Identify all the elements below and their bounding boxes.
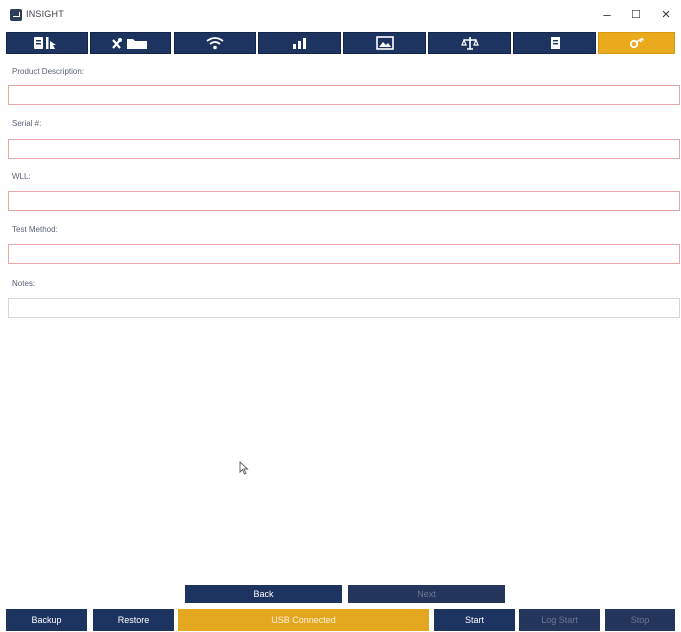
serial-label: Serial #:	[12, 119, 42, 128]
tab-calibration[interactable]	[428, 32, 511, 54]
close-button[interactable]: ×	[657, 5, 675, 25]
tab-security[interactable]	[598, 32, 675, 54]
tab-tools[interactable]	[90, 32, 171, 54]
notes-input[interactable]	[8, 298, 680, 318]
notes-label: Notes:	[12, 279, 36, 288]
test-method-label: Test Method:	[12, 225, 58, 234]
tab-wireless[interactable]	[174, 32, 256, 54]
image-icon	[375, 36, 394, 50]
wll-input[interactable]	[8, 191, 680, 211]
stop-button[interactable]: Stop	[605, 609, 675, 631]
product-description-input[interactable]	[8, 85, 680, 105]
usb-status-indicator: USB Connected	[178, 609, 429, 631]
tools-folder-icon	[111, 38, 147, 49]
main-toolbar	[6, 32, 675, 54]
balance-scale-icon	[460, 37, 479, 50]
minimize-button[interactable]: –	[598, 5, 616, 25]
start-button[interactable]: Start	[434, 609, 515, 631]
next-button[interactable]: Next	[348, 585, 505, 603]
document-icon	[550, 37, 560, 49]
tab-report[interactable]	[513, 32, 596, 54]
backup-button[interactable]: Backup	[6, 609, 87, 631]
tab-charts[interactable]	[258, 32, 341, 54]
product-description-label: Product Description:	[12, 67, 85, 76]
serial-input[interactable]	[8, 139, 680, 159]
app-logo-icon	[10, 9, 22, 21]
test-method-input[interactable]	[8, 244, 680, 264]
wll-label: WLL:	[12, 172, 31, 181]
app-title: INSIGHT	[26, 9, 64, 19]
key-icon	[629, 37, 644, 49]
restore-button[interactable]: Restore	[93, 609, 174, 631]
maximize-button[interactable]: ☐	[627, 5, 645, 25]
tab-images[interactable]	[343, 32, 426, 54]
device-info-icon	[34, 37, 56, 49]
log-start-button[interactable]: Log Start	[519, 609, 600, 631]
mouse-pointer-icon	[239, 461, 249, 475]
back-button[interactable]: Back	[185, 585, 342, 603]
title-bar: INSIGHT – ☐ ×	[0, 0, 681, 30]
tab-device-info[interactable]	[6, 32, 88, 54]
wifi-icon	[206, 37, 224, 50]
bar-chart-icon	[292, 38, 306, 49]
